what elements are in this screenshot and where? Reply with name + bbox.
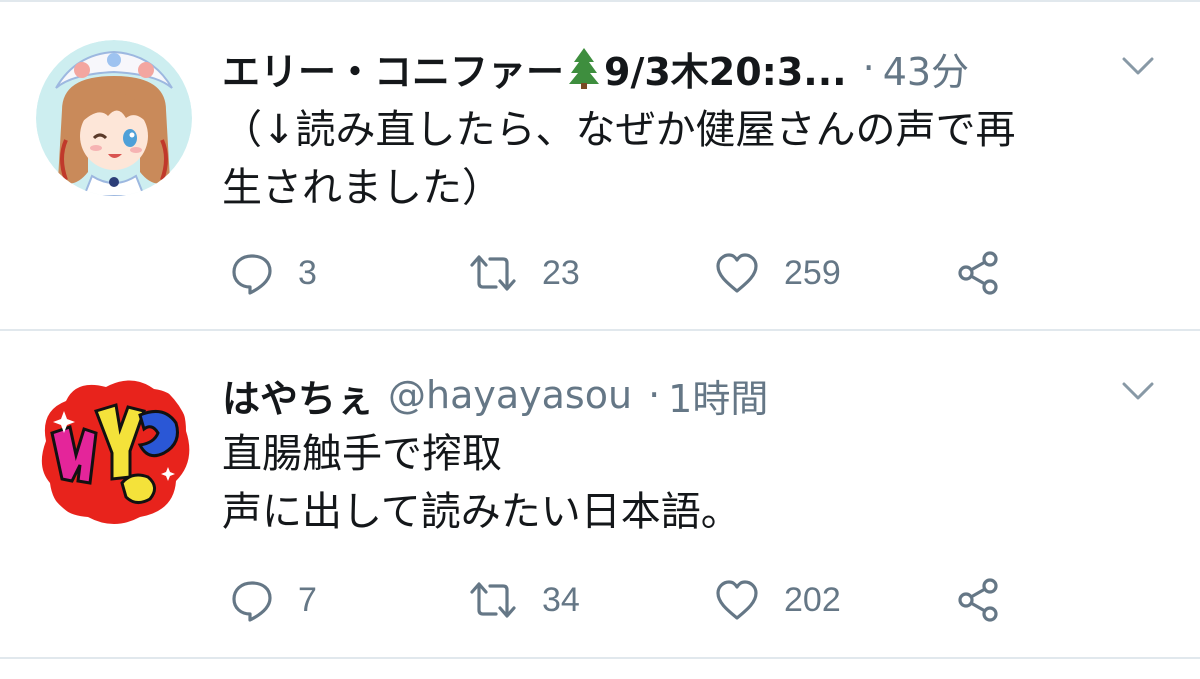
- reply-count: 3: [298, 253, 317, 292]
- share-button[interactable]: [956, 575, 1002, 625]
- retweet-count: 34: [542, 580, 580, 619]
- retweet-count: 23: [542, 253, 580, 292]
- like-count: 202: [784, 580, 841, 619]
- like-button[interactable]: 259: [714, 248, 841, 298]
- tweet-actions: 3 23 259: [222, 248, 1122, 298]
- tweet-header: はやちぇ @hayayasou · 1時間: [222, 365, 1140, 425]
- avatar[interactable]: [36, 40, 192, 196]
- handle[interactable]: @hayayasou: [388, 373, 632, 417]
- reply-icon: [232, 254, 272, 295]
- retweet-icon: [470, 582, 516, 618]
- reply-button[interactable]: 7: [230, 575, 317, 625]
- retweet-button[interactable]: 34: [468, 575, 580, 625]
- like-button[interactable]: 202: [714, 575, 841, 625]
- heart-icon: [716, 580, 758, 620]
- tweet-header: エリー・コニファー 9/3木20:3... · 43分: [222, 38, 1140, 98]
- separator: ·: [862, 46, 875, 90]
- reply-count: 7: [298, 580, 317, 619]
- timestamp[interactable]: 43分: [883, 41, 969, 96]
- chevron-down-icon[interactable]: [1120, 379, 1156, 403]
- share-icon: [958, 578, 998, 622]
- graffiti-logo-avatar-icon: [36, 371, 192, 527]
- display-name-suffix[interactable]: 9/3木20:3...: [604, 41, 847, 96]
- like-count: 259: [784, 253, 841, 292]
- reply-button[interactable]: 3: [230, 248, 317, 298]
- retweet-icon: [470, 255, 516, 291]
- display-name[interactable]: はやちぇ: [222, 368, 374, 423]
- tweet[interactable]: エリー・コニファー 9/3木20:3... · 43分 （↓読み直したら、なぜか…: [0, 2, 1200, 331]
- timestamp[interactable]: 1時間: [668, 368, 768, 423]
- share-icon: [958, 251, 998, 295]
- tweet[interactable]: はやちぇ @hayayasou · 1時間 直腸触手で搾取 声に出して読みたい日…: [0, 333, 1200, 659]
- anime-girl-avatar-icon: [36, 40, 192, 196]
- tweet-text: （↓読み直したら、なぜか健屋さんの声で再 生されました）: [222, 107, 1016, 211]
- heart-icon: [716, 253, 758, 293]
- display-name[interactable]: エリー・コニファー: [222, 41, 564, 96]
- evergreen-tree-icon: [569, 48, 600, 89]
- reply-icon: [232, 581, 272, 622]
- avatar[interactable]: [36, 371, 192, 527]
- tweet-actions: 7 34 202: [222, 575, 1122, 625]
- separator: ·: [648, 373, 661, 417]
- share-button[interactable]: [956, 248, 1002, 298]
- tweet-text: 直腸触手で搾取 声に出して読みたい日本語。: [222, 431, 741, 535]
- retweet-button[interactable]: 23: [468, 248, 580, 298]
- chevron-down-icon[interactable]: [1120, 54, 1156, 78]
